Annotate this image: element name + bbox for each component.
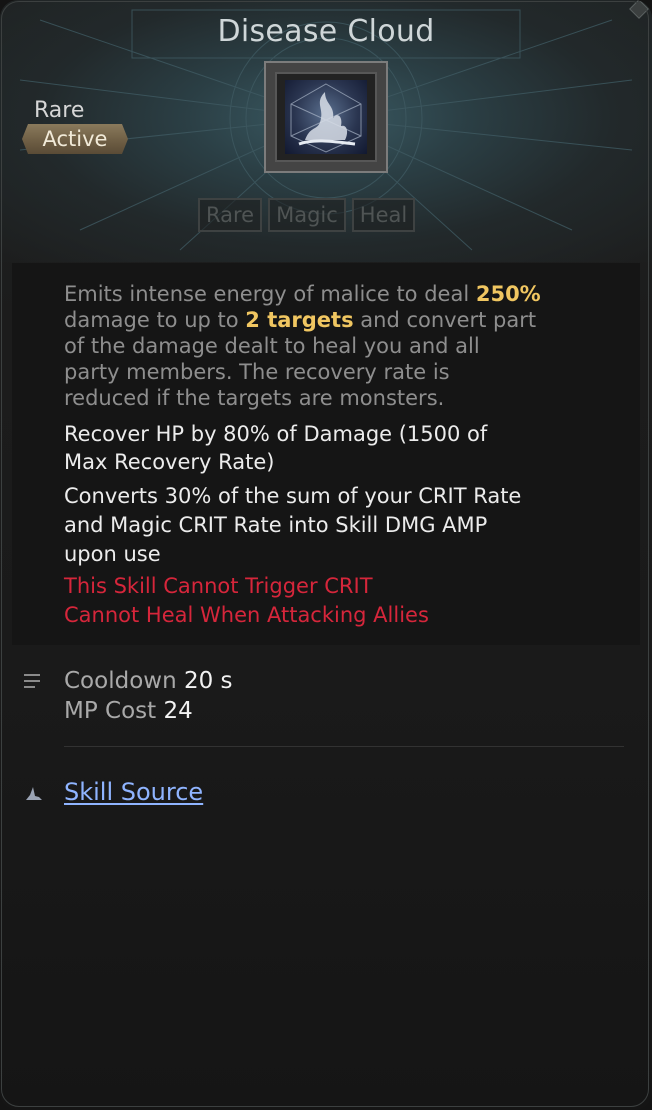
tag-magic: Magic xyxy=(268,198,346,232)
wizard-hat-icon xyxy=(26,787,42,800)
skill-icon-frame xyxy=(264,61,388,173)
list-icon xyxy=(24,674,40,688)
skill-icon-inner xyxy=(275,72,377,162)
skill-tags: Rare Magic Heal xyxy=(198,198,416,232)
mp-cost-stat: MP Cost 24 xyxy=(64,698,193,724)
damage-percent: 250% xyxy=(475,282,541,306)
cooldown-value: 20 s xyxy=(183,668,233,694)
recover-effect: Recover HP by 80% of Damage (1500 of Max… xyxy=(64,422,488,474)
rarity-label: Rare xyxy=(34,98,85,123)
cooldown-stat: Cooldown 20 s xyxy=(64,668,233,694)
target-count: 2 targets xyxy=(245,308,354,332)
section-divider xyxy=(64,746,624,747)
skill-type-badge: Active xyxy=(22,124,128,154)
mp-cost-value: 24 xyxy=(163,698,193,724)
skill-tooltip-panel: Disease Cloud Rare Active Rare Magic Hea… xyxy=(0,0,652,1110)
warning-no-heal-allies: Cannot Heal When Attacking Allies xyxy=(64,603,429,627)
skill-source-link[interactable]: Skill Source xyxy=(64,778,203,806)
smoke-flame-icon xyxy=(285,80,367,154)
convert-effect: Converts 30% of the sum of your CRIT Rat… xyxy=(64,484,522,566)
warning-no-crit: This Skill Cannot Trigger CRIT xyxy=(64,574,373,598)
description-intro: Emits intense energy of malice to deal 2… xyxy=(64,282,541,410)
skill-title: Disease Cloud xyxy=(217,14,435,49)
tag-heal: Heal xyxy=(351,198,416,232)
tag-rare: Rare xyxy=(198,198,263,232)
skill-warnings: This Skill Cannot Trigger CRIT Cannot He… xyxy=(64,572,624,630)
